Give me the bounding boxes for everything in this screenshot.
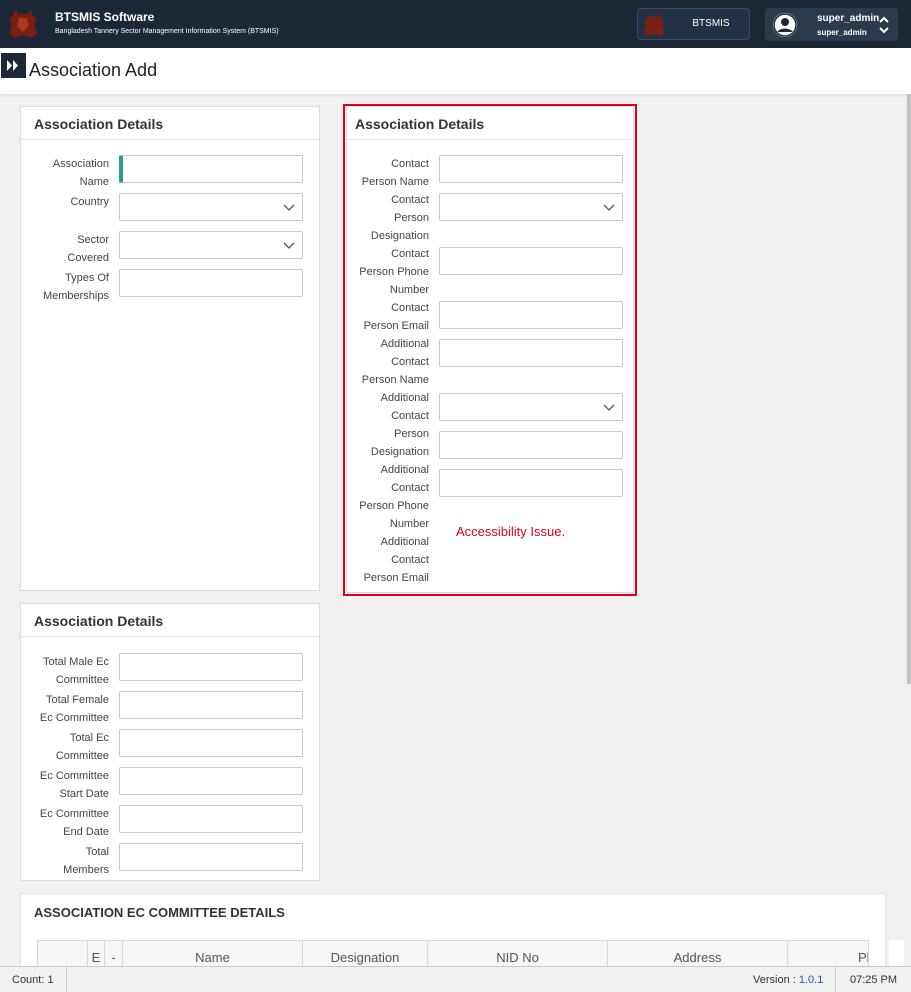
label-line: Members (63, 864, 109, 876)
top-header: BTSMIS Software Bangladesh Tannery Secto… (0, 0, 911, 48)
card-header: Association Details (21, 107, 319, 140)
version-link[interactable]: 1.0.1 (799, 974, 823, 986)
label-line: Total Male Ec (42, 656, 109, 668)
organization-label: BTSMIS (692, 18, 730, 29)
label-line: Types Of (64, 272, 109, 284)
accessibility-issue-annotation: Accessibility Issue. (456, 524, 566, 539)
chevron-down-icon (283, 204, 295, 211)
organization-switcher[interactable]: BTSMIS (637, 8, 750, 40)
record-count: Count: 1 (0, 967, 67, 992)
chevron-updown-icon (879, 16, 889, 34)
country-label: Country (20, 193, 109, 211)
label-line: Sector (77, 234, 109, 246)
association-name-input[interactable] (119, 155, 303, 183)
label-line: Ec Committee (39, 712, 109, 724)
version-label: Version : (753, 974, 799, 986)
section-title: ASSOCIATION EC COMMITTEE DETAILS (34, 905, 285, 920)
label-line: Start Date (59, 788, 109, 800)
total-male-ec-committee-input[interactable] (119, 653, 303, 681)
total-ec-committee-label: Total Ec Committee (20, 729, 109, 765)
sidebar-toggle-button[interactable] (1, 53, 26, 78)
app-subtitle: Bangladesh Tannery Sector Management Inf… (55, 28, 279, 35)
total-male-ec-committee-label: Total Male Ec Committee (20, 653, 109, 689)
label-line: Ec Committee (39, 808, 109, 820)
page-title: Association Add (29, 60, 158, 80)
association-name-label: Association Name (20, 155, 109, 191)
sector-covered-label: Sector Covered (20, 231, 109, 267)
sector-covered-select[interactable] (119, 231, 303, 259)
user-avatar-icon (773, 13, 797, 37)
ec-committee-start-date-label: Ec Committee Start Date (20, 767, 109, 803)
label-line: Committee (55, 750, 109, 762)
label-line: Association (52, 158, 109, 170)
card-header: Association Details (21, 604, 319, 637)
label-line: Total Female (46, 694, 109, 706)
label-line: End Date (63, 826, 109, 838)
version-info: Version : 1.0.1 (742, 967, 836, 992)
double-chevron-right-icon (7, 60, 18, 71)
total-members-label: Total Members (20, 843, 109, 879)
total-female-ec-committee-label: Total Female Ec Committee (20, 691, 109, 727)
label-line: Total (85, 846, 109, 858)
accessibility-highlight-box (343, 104, 637, 596)
label-line: Total Ec (69, 732, 109, 744)
card-title: Association Details (34, 613, 164, 629)
label-line: Ec Committee (39, 770, 109, 782)
total-female-ec-committee-input[interactable] (119, 691, 303, 719)
total-ec-committee-input[interactable] (119, 729, 303, 757)
types-of-memberships-input[interactable] (119, 269, 303, 297)
card-title: Association Details (34, 116, 164, 132)
app-name: BTSMIS Software (55, 10, 155, 24)
app-window: BTSMIS Software Bangladesh Tannery Secto… (0, 0, 911, 992)
user-name: super_admin (817, 13, 880, 24)
organization-logo-icon (644, 14, 664, 36)
label-line: Name (79, 176, 109, 188)
status-bar: Count: 1 Version : 1.0.1 07:25 PM (0, 966, 911, 992)
label-line: Country (70, 196, 109, 208)
leather-logo-icon (9, 10, 37, 38)
user-menu[interactable]: super_admin super_admin (765, 8, 898, 41)
country-select[interactable] (119, 193, 303, 221)
ec-committee-end-date-label: Ec Committee End Date (20, 805, 109, 841)
page-scrollbar[interactable] (907, 94, 911, 684)
label-line: Covered (67, 252, 109, 264)
chevron-down-icon (283, 242, 295, 249)
ec-committee-section: ASSOCIATION EC COMMITTEE DETAILS E - Nam… (20, 893, 904, 974)
label-line: Memberships (42, 290, 109, 302)
ec-committee-end-date-input[interactable] (119, 805, 303, 833)
current-time: 07:25 PM (849, 974, 898, 986)
total-members-input[interactable] (119, 843, 303, 871)
user-role: super_admin (817, 28, 867, 37)
types-of-memberships-label: Types Of Memberships (20, 269, 109, 305)
ec-committee-start-date-input[interactable] (119, 767, 303, 795)
label-line: Committee (55, 674, 109, 686)
